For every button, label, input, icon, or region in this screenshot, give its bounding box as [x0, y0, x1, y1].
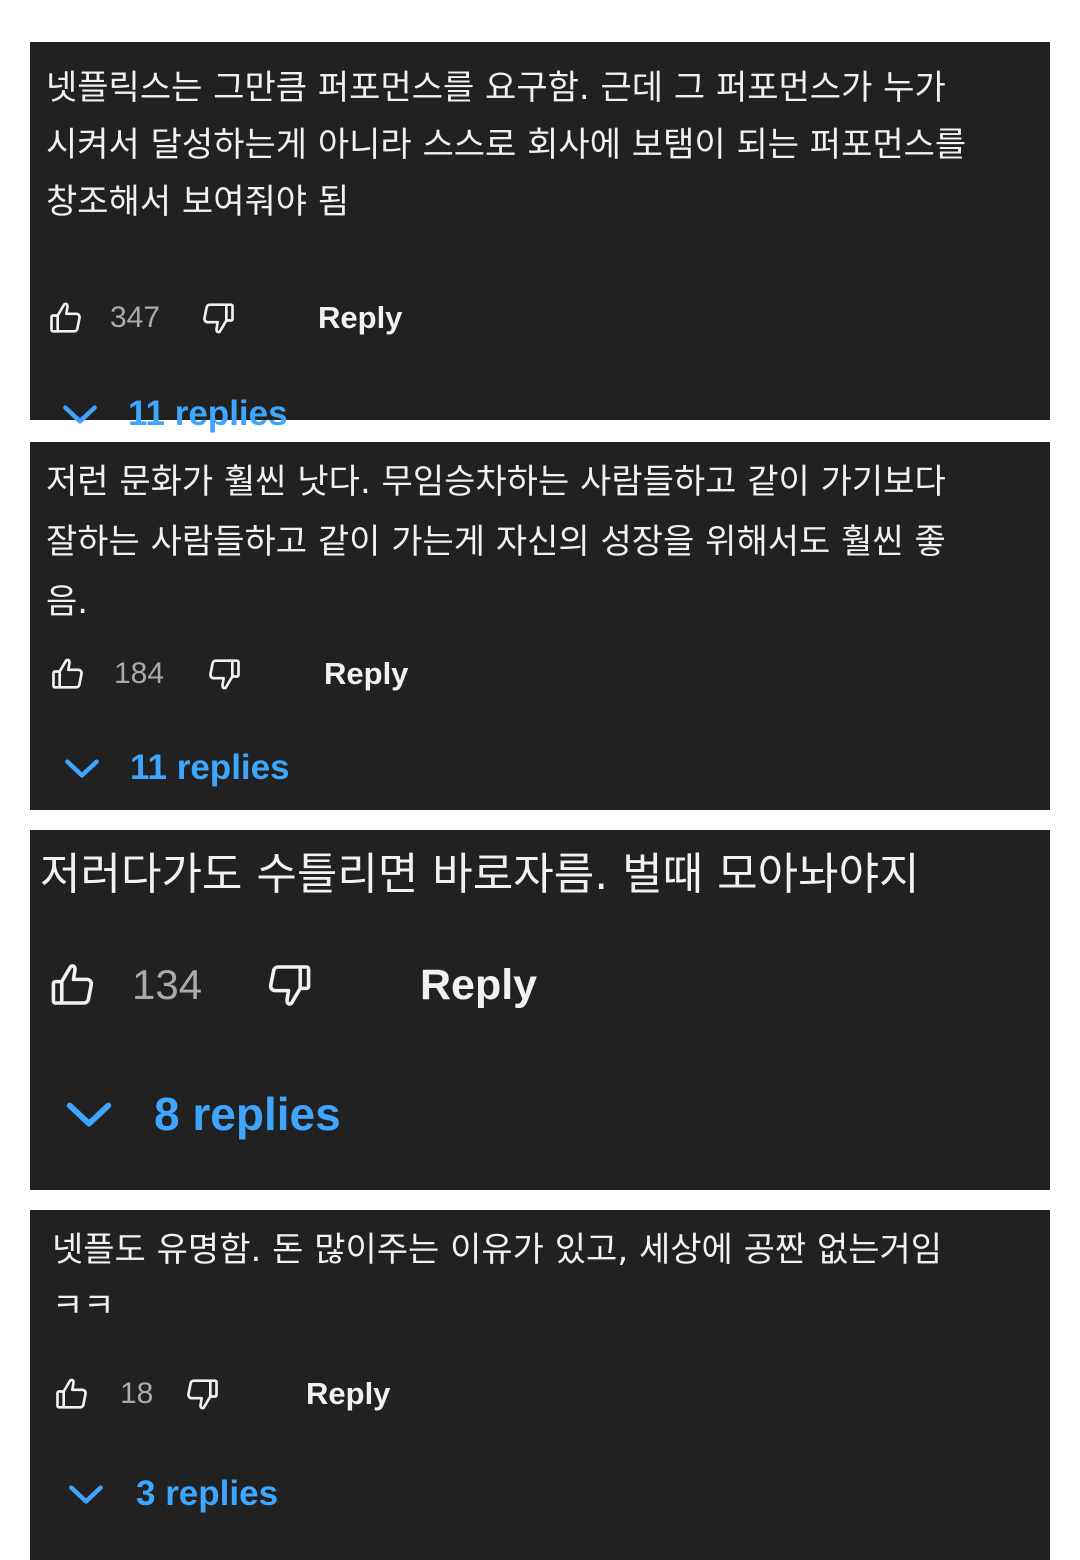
reply-button[interactable]: Reply [324, 656, 408, 692]
comment-card: 넷플릭스는 그만큼 퍼포먼스를 요구함. 근데 그 퍼포먼스가 누가 시켜서 달… [30, 42, 1050, 433]
thumbs-down-icon[interactable] [262, 958, 316, 1012]
thumbs-down-icon[interactable] [182, 1374, 222, 1414]
like-count: 347 [110, 301, 161, 334]
chevron-down-icon [60, 1085, 154, 1143]
comment-actions: 347 Reply [46, 298, 402, 338]
comment-text: 넷플릭스는 그만큼 퍼포먼스를 요구함. 근데 그 퍼포먼스가 누가 시켜서 달… [46, 68, 967, 222]
comment-actions: 18 Reply [52, 1374, 390, 1414]
comment-card: 저러다가도 수틀리면 바로자름. 벌때 모아놔야지 134 Reply 8 re… [30, 830, 1050, 1190]
comment-actions: 184 Reply [48, 654, 408, 694]
thumbs-up-icon[interactable] [46, 958, 100, 1012]
thumbs-up-icon[interactable] [48, 654, 88, 694]
thumbs-down-icon[interactable] [198, 298, 238, 338]
view-replies-button[interactable]: 3 replies [64, 1472, 278, 1516]
reply-button[interactable]: Reply [306, 1376, 390, 1412]
chevron-down-icon [60, 746, 130, 790]
comment-text: 저러다가도 수틀리면 바로자름. 벌때 모아놔야지 [40, 849, 920, 900]
replies-count-label: 11 replies [128, 394, 288, 433]
comment-text: 저런 문화가 훨씬 낫다. 무임승차하는 사람들하고 같이 가기보다 잘하는 사… [46, 462, 946, 622]
reply-button[interactable]: Reply [420, 961, 537, 1010]
comment-card: 저런 문화가 훨씬 낫다. 무임승차하는 사람들하고 같이 가기보다 잘하는 사… [30, 442, 1050, 810]
chevron-down-icon [64, 1472, 136, 1516]
view-replies-button[interactable]: 8 replies [60, 1085, 341, 1143]
like-count: 18 [120, 1377, 154, 1410]
comment-text: 넷플도 유명함. 돈 많이주는 이유가 있고, 세상에 공짠 없는거임 ㅋㅋ [52, 1230, 943, 1326]
view-replies-button[interactable]: 11 replies [60, 746, 290, 790]
replies-count-label: 3 replies [136, 1474, 279, 1513]
thumbs-down-icon[interactable] [204, 654, 244, 694]
chevron-down-icon [58, 392, 128, 436]
thumbs-up-icon[interactable] [46, 298, 86, 338]
like-count: 134 [132, 961, 203, 1008]
comment-card: 넷플도 유명함. 돈 많이주는 이유가 있고, 세상에 공짠 없는거임 ㅋㅋ 1… [30, 1210, 1050, 1560]
replies-count-label: 8 replies [154, 1088, 341, 1140]
comment-actions: 134 Reply [46, 958, 537, 1012]
reply-button[interactable]: Reply [318, 300, 402, 336]
view-replies-button[interactable]: 11 replies [58, 392, 288, 436]
thumbs-up-icon[interactable] [52, 1374, 92, 1414]
replies-count-label: 11 replies [130, 748, 290, 787]
like-count: 184 [114, 657, 165, 690]
